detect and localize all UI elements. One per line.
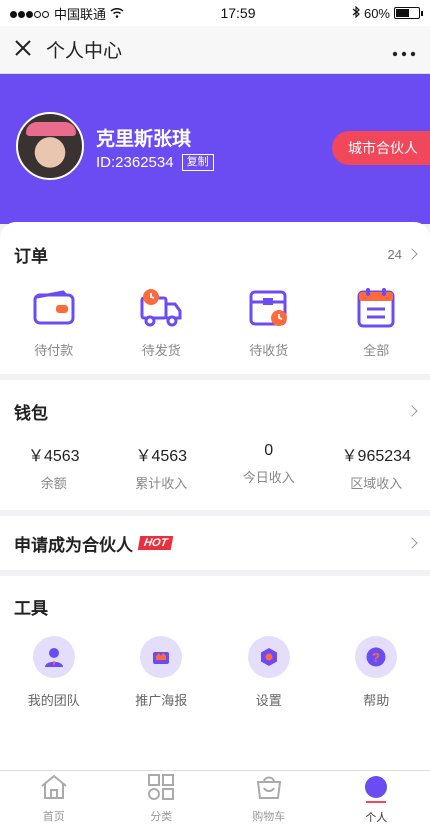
clipboard-icon [354,286,398,330]
truck-icon [139,286,183,330]
orders-count: 24 [387,246,402,262]
tools-title: 工具 [14,598,48,618]
orders-header[interactable]: 订单 24 [0,222,430,286]
bluetooth-icon [352,5,360,21]
order-label: 待付款 [34,343,74,358]
close-icon[interactable] [14,38,44,62]
order-pending-payment[interactable]: 待付款 [0,286,108,359]
wallet-total-income[interactable]: ￥4563 累计收入 [108,442,216,492]
partner-badge[interactable]: 城市合伙人 [332,131,430,165]
more-icon[interactable] [392,37,416,63]
wallet-header[interactable]: 钱包 [0,380,430,442]
tool-poster[interactable]: 推广海报 [108,636,216,709]
tab-category[interactable]: 分类 [108,771,216,827]
home-icon [39,774,69,805]
apply-partner-row[interactable]: 申请成为合伙人 HOT [0,516,430,570]
carrier-label: 中国联通 [54,6,107,22]
tab-label: 个人 [365,811,388,824]
page-title: 个人中心 [46,41,123,62]
team-icon [32,636,75,678]
help-icon: ? [355,636,398,678]
wallet-icon [32,286,76,330]
tool-label: 设置 [255,693,282,708]
tab-profile[interactable]: 个人 [323,771,430,827]
order-label: 待收货 [249,343,289,358]
tool-help[interactable]: ? 帮助 [323,636,430,709]
category-icon [147,774,175,805]
tool-label: 推广海报 [135,693,188,708]
wallet-value: 0 [264,442,274,459]
username: 克里斯张琪 [96,129,192,150]
battery-percent: 60% [363,5,390,21]
cart-icon [254,774,284,805]
wallet-label: 今日收入 [242,470,295,485]
hot-badge: HOT [137,536,174,550]
tool-label: 我的团队 [27,693,80,708]
orders-title: 订单 [14,246,48,266]
wallet-section: 钱包 ￥4563 余额 ￥4563 累计收入 0 今日收入 ￥965234 区域… [0,380,430,510]
order-pending-shipment[interactable]: 待发货 [108,286,216,359]
clock: 17:59 [220,5,256,21]
wallet-today-income[interactable]: 0 今日收入 [215,442,323,492]
orders-section: 订单 24 待付款 待发货 待收货 全部 [0,222,430,374]
chevron-right-icon [406,405,418,417]
wallet-label: 余额 [40,476,67,491]
profile-header: 克里斯张琪 ID:2362534 复制 城市合伙人 [0,74,430,224]
wallet-region-income[interactable]: ￥965234 区域收入 [323,442,430,492]
order-label: 全部 [363,343,390,358]
tab-bar: 首页 分类 购物车 个人 [0,770,430,827]
box-icon [247,286,291,330]
poster-icon [140,636,183,678]
tools-header: 工具 [0,576,430,636]
signal-icon [10,6,50,21]
wallet-value: ￥4563 [27,448,80,465]
tab-label: 首页 [42,811,65,823]
order-pending-receipt[interactable]: 待收货 [215,286,323,359]
chevron-right-icon [406,248,418,260]
wallet-value: ￥965234 [341,448,411,465]
status-bar: 中国联通 17:59 60% [0,0,430,26]
nav-bar: 个人中心 [0,26,430,74]
battery-icon [394,7,423,19]
copy-button[interactable]: 复制 [181,154,214,171]
wallet-title: 钱包 [14,403,48,423]
tool-my-team[interactable]: 我的团队 [0,636,108,709]
wifi-icon [110,6,124,21]
user-icon [361,774,391,809]
tab-label: 购物车 [252,811,286,823]
wallet-label: 区域收入 [350,476,403,491]
tool-settings[interactable]: 设置 [215,636,323,709]
tab-home[interactable]: 首页 [0,771,108,827]
tab-cart[interactable]: 购物车 [215,771,323,827]
order-label: 待发货 [141,343,181,358]
chevron-right-icon [406,537,418,549]
tool-label: 帮助 [363,693,390,708]
wallet-balance[interactable]: ￥4563 余额 [0,442,108,492]
order-all[interactable]: 全部 [323,286,430,359]
svg-text:?: ? [372,650,380,665]
user-id-row: ID:2362534 复制 [96,154,214,171]
wallet-label: 累计收入 [135,476,188,491]
tab-label: 分类 [150,811,173,823]
avatar[interactable] [16,112,84,180]
wallet-value: ￥4563 [135,448,188,465]
apply-partner-label: 申请成为合伙人 [14,535,133,555]
settings-icon [247,636,290,678]
user-id: ID:2362534 [96,154,174,171]
tools-section: 工具 我的团队 推广海报 设置 ? 帮助 [0,576,430,770]
